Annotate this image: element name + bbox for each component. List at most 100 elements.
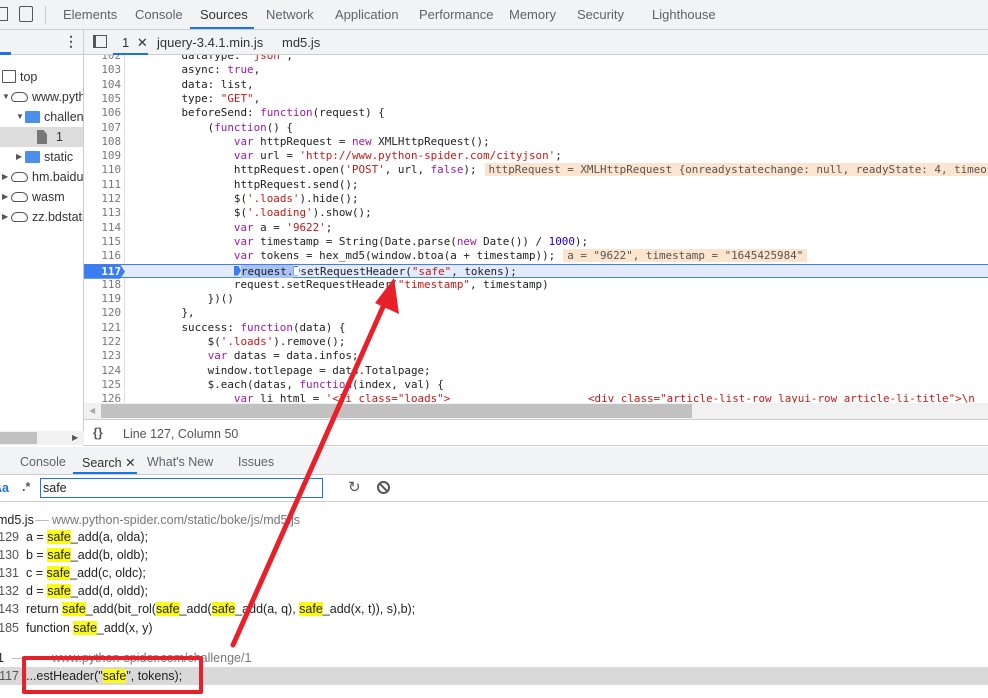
drawer-tab-issues[interactable]: Issues [238,455,274,469]
tab-memory[interactable]: Memory [509,7,556,22]
collapsed-arrow-icon[interactable]: ▶ [2,187,8,207]
line-number[interactable]: 113 [84,206,121,220]
tab-performance[interactable]: Performance [419,7,493,22]
line-number[interactable]: 108 [84,135,121,149]
scroll-right-arrow[interactable]: ▶ [72,433,78,442]
more-options-icon[interactable]: ⋮ [64,33,78,50]
line-number[interactable]: 114 [84,221,121,235]
line-number[interactable]: 118 [84,278,121,292]
tab-application[interactable]: Application [335,7,399,22]
code-text: $('.loads').hide(); [129,192,359,206]
line-number[interactable]: 125 [84,378,121,392]
tab-sources[interactable]: Sources [200,7,248,22]
line-number[interactable]: 109 [84,149,121,163]
drawer-tab-console[interactable]: Console [20,455,66,469]
editor-horizontal-scrollbar[interactable]: ◀ [84,403,988,419]
scroll-left-arrow[interactable]: ◀ [89,406,95,415]
line-number[interactable]: 102 [84,55,121,63]
search-result-match[interactable]: 185 function safe_add(x, y) [0,619,988,637]
code-token: var [233,149,254,163]
file-icon [37,130,47,144]
tree-item[interactable]: ▶ hm.baidu.com [0,167,83,187]
code-token: "GET" [220,91,254,105]
search-result-match[interactable]: 143 return safe_add(bit_rol(safe_add(safe… [0,600,988,618]
editor-tab-md5[interactable]: md5.js [282,35,320,50]
line-number[interactable]: 119 [84,292,121,306]
inline-breakpoint-icon[interactable] [233,265,241,276]
collapsed-arrow-icon[interactable]: ▶ [2,207,8,227]
result-text: return safe_add(bit_rol(safe_add(safe_ad… [26,600,415,618]
navigator-scrollbar[interactable]: ▶ [0,431,84,445]
line-number[interactable]: 117 [84,264,125,279]
cursor-position: Line 127, Column 50 [123,427,239,441]
drawer-tab-whats-new[interactable]: What's New [147,455,213,469]
tab-lighthouse[interactable]: Lighthouse [652,7,716,22]
collapsed-arrow-icon[interactable]: ▶ [2,167,8,187]
collapsed-arrow-icon[interactable]: ▶ [16,147,22,167]
tree-item[interactable]: ▼ www.python-spider.com [0,87,83,107]
result-text-segment: _add(x, t)), s),b); [322,602,416,616]
match-highlight: safe [211,602,236,616]
line-number[interactable]: 104 [84,78,121,92]
line-number[interactable]: 103 [84,63,121,77]
code-text: $('.loads').remove(); [129,335,346,349]
scrollbar-thumb[interactable] [0,432,37,444]
line-number[interactable]: 115 [84,235,121,249]
close-icon[interactable]: ✕ [125,456,135,470]
tree-item[interactable]: ▶ zz.bdstatic.com [0,207,83,227]
search-input[interactable] [40,478,323,498]
line-number[interactable]: 105 [84,92,121,106]
line-number[interactable]: 112 [84,192,121,206]
search-result-match[interactable]: 130 b = safe_add(b, oldb); [0,546,988,564]
code-token: success: [129,320,241,334]
tab-console[interactable]: Console [135,7,183,22]
refresh-icon[interactable]: ↻ [348,478,361,496]
match-case-toggle[interactable]: Aa [0,481,9,495]
line-number[interactable]: 111 [84,178,121,192]
tab-network[interactable]: Network [266,7,314,22]
pretty-print-button[interactable]: {} [93,426,103,440]
line-number[interactable]: 126 [84,392,121,403]
inline-variable-value: a = "9622", timestamp = "1645425984" [563,249,808,263]
line-number[interactable]: 122 [84,335,121,349]
line-number[interactable]: 120 [84,306,121,320]
clear-icon[interactable] [377,481,390,494]
line-number[interactable]: 107 [84,121,121,135]
editor-tab-jquery[interactable]: jquery-3.4.1.min.js [157,35,263,50]
expanded-arrow-icon[interactable]: ▼ [16,107,24,127]
regex-toggle[interactable]: .* [22,480,30,494]
toggle-navigator-icon[interactable] [93,35,107,48]
line-number[interactable]: 106 [84,106,121,120]
result-file-name: 1 [0,651,4,665]
tab-elements[interactable]: Elements [63,7,117,22]
line-number[interactable]: 124 [84,364,121,378]
line-number[interactable]: 123 [84,349,121,363]
code-line: 107 (function() { [84,121,988,135]
line-number[interactable]: 121 [84,321,121,335]
tree-item[interactable]: top [0,67,83,87]
tree-item[interactable]: ▶ wasm [0,187,83,207]
scrollbar-thumb[interactable] [101,404,692,418]
inspect-element-icon[interactable] [0,7,8,21]
search-result-match[interactable]: 132 d = safe_add(d, oldd); [0,582,988,600]
code-token: request.setRequestHeader( [129,277,398,291]
code-editor[interactable]: 102 dataType: "json", 103 async: true, 104… [84,55,988,403]
line-number[interactable]: 110 [84,163,121,177]
result-text-segment: _add(a, olda); [70,530,148,544]
search-result-match[interactable]: 131 c = safe_add(c, oldc); [0,564,988,582]
search-result-match[interactable]: 129 a = safe_add(a, olda); [0,528,988,546]
expanded-arrow-icon[interactable]: ▼ [2,87,10,107]
search-result-file[interactable]: md5.js www.python-spider.com/static/boke/… [0,511,988,529]
editor-tab-1[interactable]: 1 ✕ [122,35,148,51]
drawer-tab-search[interactable]: Search ✕ [82,455,136,470]
tree-item[interactable]: 1 [0,127,83,147]
close-icon[interactable]: ✕ [137,35,148,50]
navigator-header: ⋮ [0,30,83,55]
tab-security[interactable]: Security [577,7,624,22]
tree-item[interactable]: ▶ static [0,147,83,167]
device-toolbar-icon[interactable] [19,6,33,22]
line-number[interactable]: 116 [84,249,121,263]
tree-item[interactable]: ▼ challenge [0,107,83,127]
